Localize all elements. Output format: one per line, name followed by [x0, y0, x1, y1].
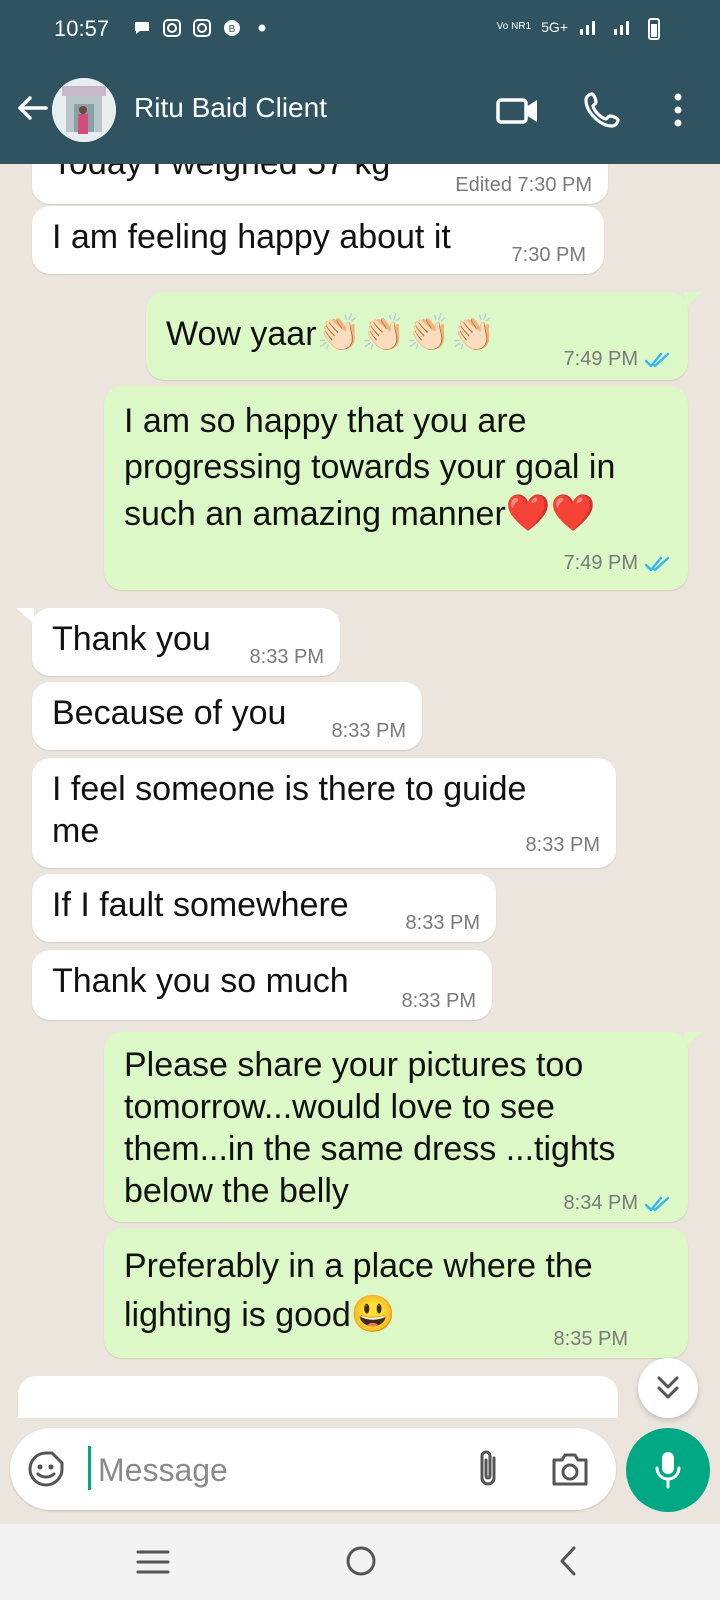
read-ticks-icon	[644, 352, 670, 367]
heart-emoji: ❤️❤️	[505, 492, 596, 533]
message-time: 7:49 PM	[563, 552, 638, 574]
message-incoming[interactable]	[18, 1376, 618, 1418]
bubble-tail	[684, 1032, 702, 1048]
message-text: I am feeling happy about it	[52, 218, 451, 256]
message-text: I feel someone is there to guide me	[52, 770, 527, 850]
message-incoming[interactable]: I feel someone is there to guide me 8:33…	[32, 758, 616, 868]
whatsapp-business-icon: B	[224, 20, 240, 36]
chat-notification-icon	[135, 22, 149, 34]
bubble-tail	[684, 292, 702, 308]
message-composer	[10, 1428, 616, 1510]
message-text-body: Wow yaar	[166, 315, 317, 353]
instagram-icon	[193, 19, 211, 37]
instagram-icon	[163, 19, 181, 37]
message-text: Preferably in a place where the lighting…	[124, 1242, 664, 1339]
message-time: 7:30 PM	[511, 244, 586, 266]
message-meta: 7:49 PM	[564, 348, 672, 371]
sticker-icon[interactable]	[26, 1449, 66, 1489]
more-vert-icon[interactable]	[668, 92, 688, 128]
message-time: 8:33 PM	[249, 646, 324, 668]
message-text: Wow yaar👏🏻👏🏻👏🏻👏🏻	[166, 312, 496, 355]
message-text: I am so happy that you are progressing t…	[124, 398, 664, 537]
message-time: 8:35 PM	[553, 1328, 628, 1350]
system-nav-bar	[0, 1524, 720, 1600]
nav-back-icon[interactable]	[556, 1544, 580, 1578]
read-ticks-icon	[644, 1196, 670, 1211]
video-call-icon[interactable]	[496, 95, 540, 127]
message-time: 8:33 PM	[401, 990, 476, 1012]
contact-name[interactable]: Ritu Baid Client	[134, 92, 327, 124]
dot-icon	[258, 24, 266, 32]
back-arrow-icon[interactable]	[14, 90, 50, 126]
camera-icon[interactable]	[550, 1450, 590, 1488]
battery-icon	[648, 18, 660, 40]
message-time: 8:33 PM	[525, 834, 600, 856]
scroll-to-bottom-button[interactable]	[638, 1358, 698, 1418]
signal-icon	[614, 21, 629, 35]
message-text: Thank you so much	[52, 962, 349, 1000]
chat-area[interactable]: Today I weighed 57 kg Edited 7:30 PM I a…	[0, 164, 720, 1418]
message-time: 8:34 PM	[563, 1192, 638, 1214]
message-time: 7:49 PM	[563, 348, 638, 370]
volte-label: Vo NR1	[496, 21, 532, 32]
message-input[interactable]	[96, 1444, 460, 1496]
svg-text:B: B	[229, 24, 236, 35]
message-time: 8:33 PM	[331, 720, 406, 742]
attach-icon[interactable]	[474, 1448, 504, 1490]
message-text: Because of you	[52, 694, 287, 732]
message-incoming[interactable]: Thank you 8:33 PM	[32, 608, 340, 676]
avatar-photo	[52, 78, 116, 142]
microphone-icon	[655, 1452, 681, 1489]
read-ticks-icon	[644, 556, 670, 571]
message-outgoing[interactable]: Wow yaar👏🏻👏🏻👏🏻👏🏻 7:49 PM	[146, 292, 688, 380]
phone-icon[interactable]	[584, 90, 622, 128]
bubble-tail	[16, 608, 34, 624]
message-incoming[interactable]: Because of you 8:33 PM	[32, 682, 422, 750]
message-text: If I fault somewhere	[52, 886, 349, 924]
message-outgoing[interactable]: I am so happy that you are progressing t…	[104, 386, 688, 590]
smile-emoji: 😃	[350, 1293, 396, 1334]
message-incoming[interactable]: Today I weighed 57 kg Edited 7:30 PM	[32, 164, 608, 204]
text-cursor	[88, 1446, 91, 1490]
message-incoming[interactable]: Thank you so much 8:33 PM	[32, 950, 492, 1020]
signal-icon	[580, 21, 595, 35]
home-icon[interactable]	[344, 1544, 378, 1578]
message-meta: 8:35 PM	[554, 1328, 628, 1351]
message-text: Thank you	[52, 620, 211, 658]
message-incoming[interactable]: If I fault somewhere 8:33 PM	[32, 874, 496, 942]
message-meta: 8:34 PM	[564, 1192, 672, 1215]
chat-header: Ritu Baid Client	[0, 62, 720, 164]
message-outgoing[interactable]: Please share your pictures too tomorrow.…	[104, 1032, 688, 1222]
message-text: Today I weighed 57 kg	[52, 164, 390, 184]
clap-emoji: 👏🏻👏🏻👏🏻👏🏻	[316, 312, 496, 353]
recent-apps-icon[interactable]	[136, 1548, 170, 1576]
notification-icons: B	[132, 18, 272, 38]
message-time: 8:33 PM	[405, 912, 480, 934]
avatar[interactable]	[52, 78, 116, 142]
message-outgoing[interactable]: Preferably in a place where the lighting…	[104, 1228, 688, 1358]
message-meta: 7:49 PM	[564, 552, 672, 575]
message-time: Edited 7:30 PM	[455, 174, 592, 196]
status-bar: 10:57 B Vo NR1 5G+	[0, 0, 720, 62]
status-right: Vo NR1 5G+	[497, 17, 636, 37]
message-incoming[interactable]: I am feeling happy about it 7:30 PM	[32, 206, 604, 274]
network-label: 5G+	[541, 19, 568, 35]
double-chevron-down-icon	[657, 1376, 679, 1399]
voice-message-button[interactable]	[626, 1428, 710, 1512]
status-time: 10:57	[54, 16, 110, 41]
message-text: Please share your pictures too tomorrow.…	[124, 1046, 616, 1210]
